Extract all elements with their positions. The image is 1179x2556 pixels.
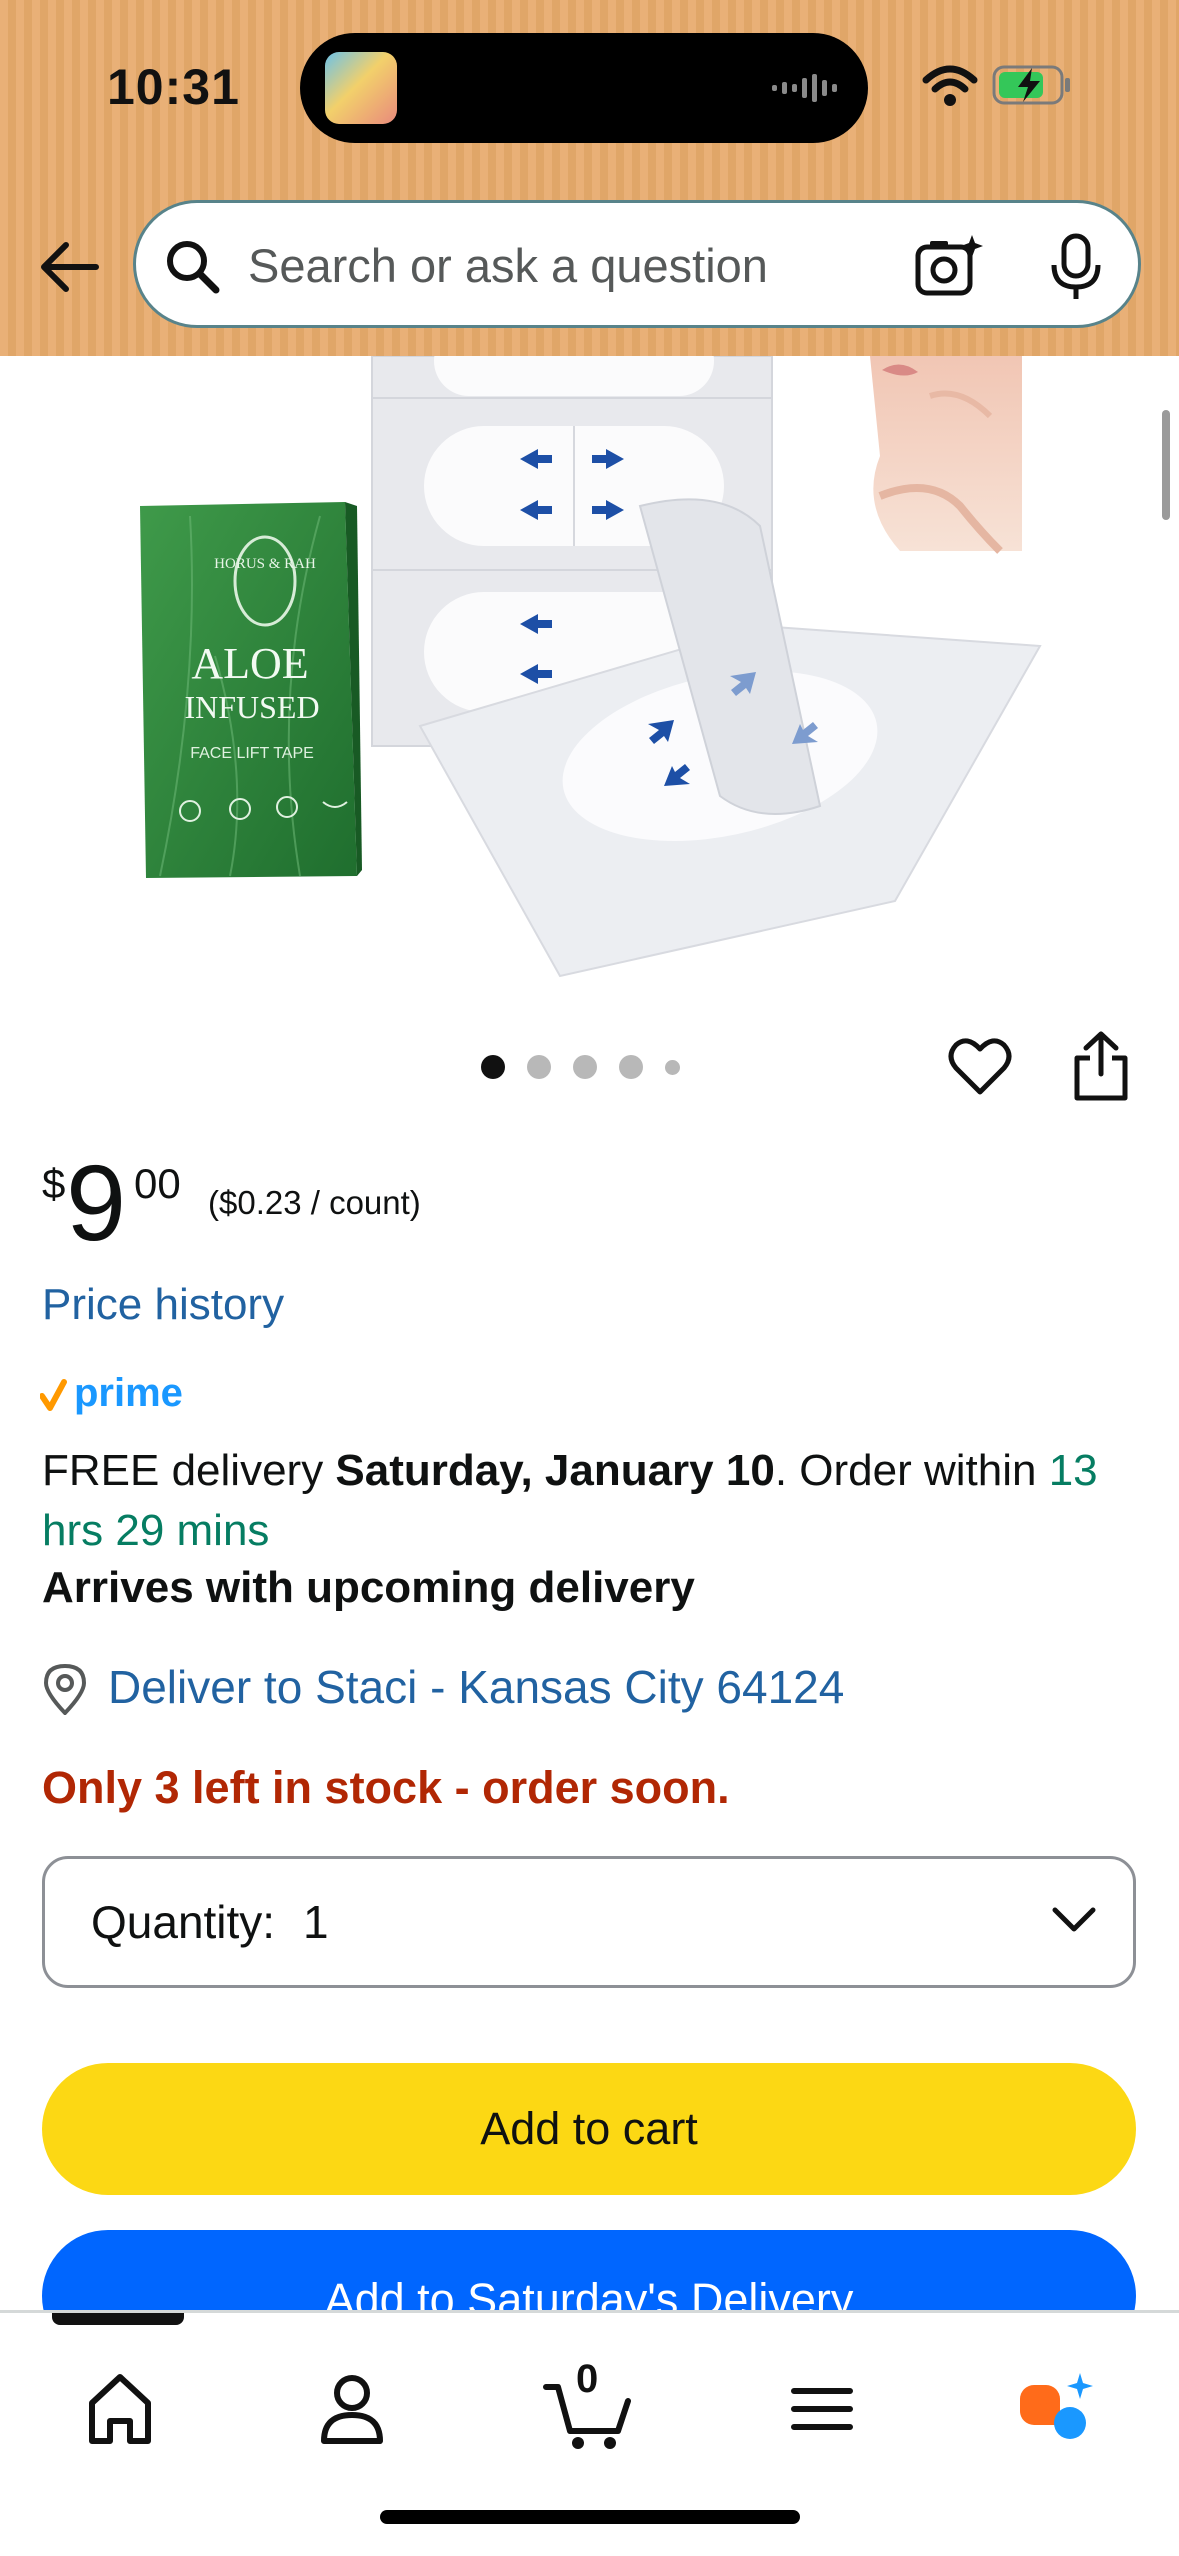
quantity-label: Quantity:: [91, 1896, 276, 1948]
pagination-dot[interactable]: [619, 1055, 643, 1079]
deliver-to-link[interactable]: Deliver to Staci - Kansas City 64124: [108, 1660, 844, 1714]
svg-text:prime: prime: [74, 1371, 183, 1415]
location-pin-icon: [43, 1663, 87, 1715]
search-input[interactable]: [248, 233, 908, 297]
add-to-cart-button[interactable]: Add to cart: [42, 2063, 1136, 2195]
dynamic-island[interactable]: [300, 33, 868, 143]
cart-count-badge: 0: [576, 2357, 599, 2401]
price-history-link[interactable]: Price history: [42, 1280, 284, 1330]
delivery-message: FREE delivery Saturday, January 10. Orde…: [42, 1441, 1152, 1561]
share-icon[interactable]: [1072, 1030, 1130, 1102]
image-pagination-dots[interactable]: [481, 1055, 680, 1079]
price-currency: $: [42, 1160, 66, 1207]
audio-waveform-icon: [772, 74, 837, 102]
tab-cart[interactable]: 0: [538, 2357, 638, 2457]
unit-price: ($0.23 / count): [208, 1184, 421, 1221]
search-icon: [167, 241, 220, 294]
upcoming-delivery-note: Arrives with upcoming delivery: [42, 1563, 695, 1612]
user-icon: [321, 2375, 383, 2444]
tab-menu[interactable]: [772, 2357, 872, 2457]
prime-logo: prime: [40, 1371, 183, 1415]
pagination-dot[interactable]: [573, 1055, 597, 1079]
tab-home[interactable]: [70, 2357, 170, 2457]
wifi-icon: [922, 65, 978, 106]
pagination-dot[interactable]: [481, 1055, 505, 1079]
camera-search-icon[interactable]: [914, 233, 984, 299]
home-icon: [89, 2374, 151, 2444]
menu-icon: [791, 2388, 853, 2430]
tab-account[interactable]: [302, 2357, 402, 2457]
quantity-value: 1: [303, 1896, 329, 1948]
svg-text:INFUSED: INFUSED: [184, 689, 319, 725]
product-image-carousel[interactable]: HORUS & RAH ALOE INFUSED FACE LIFT TAPE: [0, 356, 1179, 996]
delivery-date: Saturday, January 10: [335, 1446, 775, 1495]
status-time: 10:31: [107, 59, 240, 115]
svg-text:HORUS & RAH: HORUS & RAH: [214, 556, 316, 572]
price-whole: 9: [66, 1142, 126, 1263]
quantity-dropdown[interactable]: Quantity: 1: [42, 1856, 1136, 1988]
home-indicator[interactable]: [380, 2510, 800, 2524]
tab-rufus[interactable]: [1008, 2357, 1108, 2457]
stock-warning: Only 3 left in stock - order soon.: [42, 1762, 730, 1813]
app-header: 10:31: [0, 0, 1179, 356]
battery-charging-icon: [992, 65, 1070, 105]
delivery-prefix: FREE delivery: [42, 1446, 336, 1495]
heart-icon[interactable]: [948, 1036, 1012, 1096]
product-photo: HORUS & RAH ALOE INFUSED FACE LIFT TAPE: [140, 356, 1042, 978]
chevron-down-icon: [1052, 1907, 1096, 1932]
pagination-dot[interactable]: [527, 1055, 551, 1079]
svg-text:ALOE: ALOE: [191, 639, 308, 688]
microphone-icon[interactable]: [1048, 233, 1104, 303]
pagination-dot[interactable]: [665, 1059, 680, 1075]
svg-text:FACE LIFT TAPE: FACE LIFT TAPE: [190, 745, 314, 762]
price-fraction: 00: [134, 1160, 181, 1207]
now-playing-thumbnail: [325, 52, 397, 124]
price: $ 9 00 ($0.23 / count): [42, 1148, 642, 1258]
search-bar[interactable]: [133, 200, 1141, 328]
back-arrow-icon[interactable]: [38, 240, 100, 294]
rufus-assistant-icon: [1020, 2373, 1093, 2439]
delivery-middle: . Order within: [774, 1446, 1049, 1495]
scrollbar-thumb[interactable]: [1162, 410, 1170, 520]
active-tab-indicator: [52, 2313, 184, 2325]
